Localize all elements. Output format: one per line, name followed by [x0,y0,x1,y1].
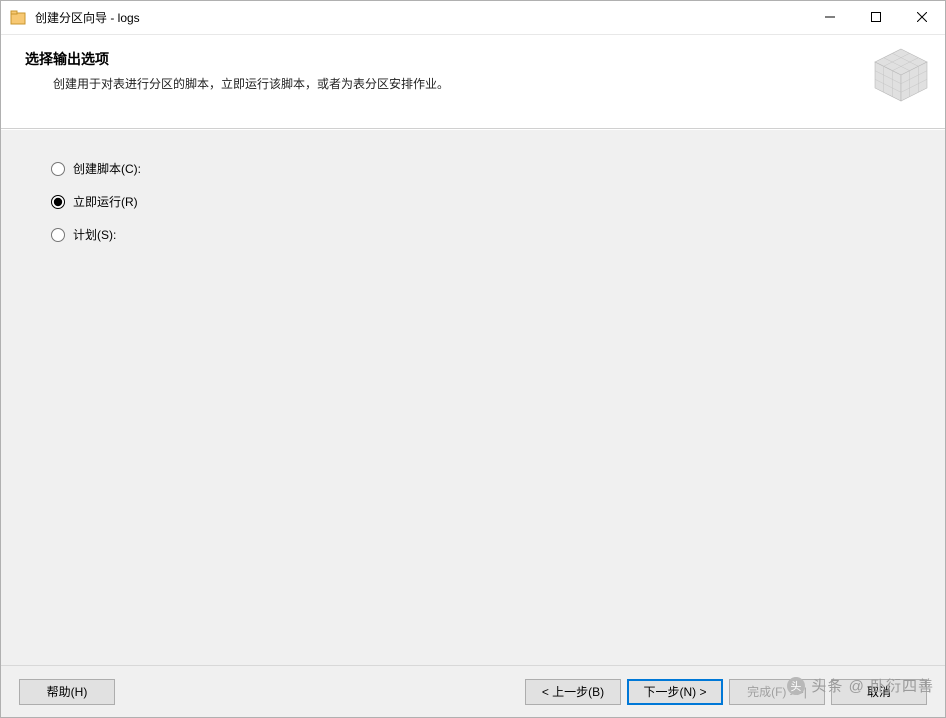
back-button[interactable]: < 上一步(B) [525,679,621,705]
option-create-script[interactable]: 创建脚本(C): [51,160,895,177]
minimize-button[interactable] [807,1,853,33]
window-controls [807,1,945,34]
option-schedule[interactable]: 计划(S): [51,226,895,243]
close-button[interactable] [899,1,945,33]
finish-button[interactable]: 完成(F) >>| [729,679,825,705]
radio-schedule[interactable] [51,228,65,242]
wizard-header: 选择输出选项 创建用于对表进行分区的脚本，立即运行该脚本，或者为表分区安排作业。 [1,35,945,129]
radio-create-script[interactable] [51,162,65,176]
cancel-button[interactable]: 取消 [831,679,927,705]
app-icon [9,9,27,27]
help-button[interactable]: 帮助(H) [19,679,115,705]
page-heading: 选择输出选项 [25,49,925,69]
wizard-footer: 帮助(H) < 上一步(B) 下一步(N) > 完成(F) >>| 取消 [1,665,945,717]
maximize-button[interactable] [853,1,899,33]
window-title: 创建分区向导 - logs [35,9,807,26]
wizard-window: 创建分区向导 - logs 选择输出选项 创建用于对表进行分区的脚本，立即运行该… [0,0,946,718]
titlebar: 创建分区向导 - logs [1,1,945,35]
wizard-body: 创建脚本(C): 立即运行(R) 计划(S): [1,129,945,665]
wizard-graphic-icon [869,45,933,109]
radio-run-now[interactable] [51,195,65,209]
option-run-now[interactable]: 立即运行(R) [51,193,895,210]
label-create-script: 创建脚本(C): [73,160,141,177]
label-schedule: 计划(S): [73,226,116,243]
label-run-now: 立即运行(R) [73,193,138,210]
next-button[interactable]: 下一步(N) > [627,679,723,705]
page-subheading: 创建用于对表进行分区的脚本，立即运行该脚本，或者为表分区安排作业。 [53,75,925,92]
